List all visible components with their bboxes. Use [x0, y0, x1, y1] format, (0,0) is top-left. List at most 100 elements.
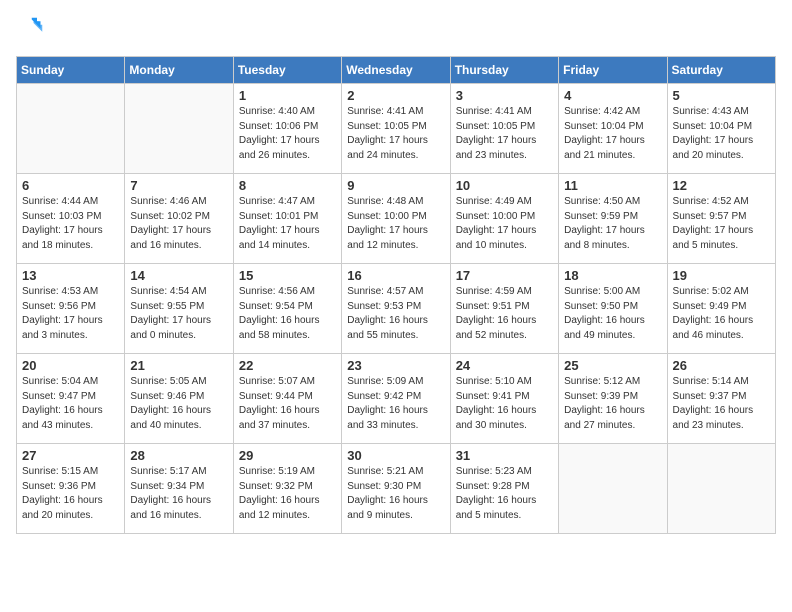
day-number: 17 — [456, 268, 553, 283]
calendar-cell: 21 Sunrise: 5:05 AMSunset: 9:46 PMDayligh… — [125, 354, 233, 444]
day-detail: Sunrise: 5:19 AMSunset: 9:32 PMDaylight:… — [239, 465, 336, 523]
day-detail: Sunrise: 4:43 AMSunset: 10:04 PMDaylight… — [673, 105, 770, 163]
day-number: 15 — [239, 268, 336, 283]
day-detail: Sunrise: 4:50 AMSunset: 9:59 PMDaylight:… — [564, 195, 661, 253]
weekday-header: Monday — [125, 57, 233, 84]
calendar-cell: 14 Sunrise: 4:54 AMSunset: 9:55 PMDayligh… — [125, 264, 233, 354]
day-detail: Sunrise: 4:57 AMSunset: 9:53 PMDaylight:… — [347, 285, 444, 343]
day-detail: Sunrise: 4:42 AMSunset: 10:04 PMDaylight… — [564, 105, 661, 163]
day-detail: Sunrise: 5:05 AMSunset: 9:46 PMDaylight:… — [130, 375, 227, 433]
day-detail: Sunrise: 4:49 AMSunset: 10:00 PMDaylight… — [456, 195, 553, 253]
weekday-header: Tuesday — [233, 57, 341, 84]
weekday-header: Sunday — [17, 57, 125, 84]
day-number: 28 — [130, 448, 227, 463]
calendar-header: SundayMondayTuesdayWednesdayThursdayFrid… — [17, 57, 776, 84]
day-number: 6 — [22, 178, 119, 193]
day-number: 26 — [673, 358, 770, 373]
day-number: 8 — [239, 178, 336, 193]
day-number: 30 — [347, 448, 444, 463]
day-detail: Sunrise: 4:56 AMSunset: 9:54 PMDaylight:… — [239, 285, 336, 343]
weekday-header: Friday — [559, 57, 667, 84]
day-number: 31 — [456, 448, 553, 463]
day-number: 23 — [347, 358, 444, 373]
calendar-week-row: 27 Sunrise: 5:15 AMSunset: 9:36 PMDayligh… — [17, 444, 776, 534]
day-detail: Sunrise: 5:17 AMSunset: 9:34 PMDaylight:… — [130, 465, 227, 523]
day-number: 11 — [564, 178, 661, 193]
calendar-cell: 3 Sunrise: 4:41 AMSunset: 10:05 PMDayligh… — [450, 84, 558, 174]
day-number: 14 — [130, 268, 227, 283]
calendar-cell: 11 Sunrise: 4:50 AMSunset: 9:59 PMDayligh… — [559, 174, 667, 264]
day-number: 27 — [22, 448, 119, 463]
day-detail: Sunrise: 4:41 AMSunset: 10:05 PMDaylight… — [456, 105, 553, 163]
calendar-cell: 25 Sunrise: 5:12 AMSunset: 9:39 PMDayligh… — [559, 354, 667, 444]
day-detail: Sunrise: 5:04 AMSunset: 9:47 PMDaylight:… — [22, 375, 119, 433]
calendar-cell: 13 Sunrise: 4:53 AMSunset: 9:56 PMDayligh… — [17, 264, 125, 354]
day-detail: Sunrise: 4:53 AMSunset: 9:56 PMDaylight:… — [22, 285, 119, 343]
day-number: 12 — [673, 178, 770, 193]
calendar-cell: 10 Sunrise: 4:49 AMSunset: 10:00 PMDaylig… — [450, 174, 558, 264]
calendar-body: 1Sunrise: 4:40 AMSunset: 10:06 PMDayligh… — [17, 84, 776, 534]
weekday-header: Thursday — [450, 57, 558, 84]
day-detail: Sunrise: 5:09 AMSunset: 9:42 PMDaylight:… — [347, 375, 444, 433]
day-number: 19 — [673, 268, 770, 283]
calendar-cell: 12 Sunrise: 4:52 AMSunset: 9:57 PMDayligh… — [667, 174, 775, 264]
calendar-cell: 1Sunrise: 4:40 AMSunset: 10:06 PMDayligh… — [233, 84, 341, 174]
calendar-cell: 2Sunrise: 4:41 AMSunset: 10:05 PMDayligh… — [342, 84, 450, 174]
calendar-cell: 17 Sunrise: 4:59 AMSunset: 9:51 PMDayligh… — [450, 264, 558, 354]
calendar-cell: 24 Sunrise: 5:10 AMSunset: 9:41 PMDayligh… — [450, 354, 558, 444]
day-number: 20 — [22, 358, 119, 373]
day-detail: Sunrise: 4:46 AMSunset: 10:02 PMDaylight… — [130, 195, 227, 253]
logo — [16, 16, 48, 44]
day-detail: Sunrise: 5:23 AMSunset: 9:28 PMDaylight:… — [456, 465, 553, 523]
day-number: 22 — [239, 358, 336, 373]
calendar-cell — [17, 84, 125, 174]
weekday-header: Saturday — [667, 57, 775, 84]
day-detail: Sunrise: 4:59 AMSunset: 9:51 PMDaylight:… — [456, 285, 553, 343]
calendar-cell: 29Sunrise: 5:19 AMSunset: 9:32 PMDayligh… — [233, 444, 341, 534]
day-number: 4 — [564, 88, 661, 103]
day-number: 7 — [130, 178, 227, 193]
day-number: 25 — [564, 358, 661, 373]
day-detail: Sunrise: 5:14 AMSunset: 9:37 PMDaylight:… — [673, 375, 770, 433]
calendar-cell: 9 Sunrise: 4:48 AMSunset: 10:00 PMDayligh… — [342, 174, 450, 264]
day-detail: Sunrise: 4:47 AMSunset: 10:01 PMDaylight… — [239, 195, 336, 253]
day-detail: Sunrise: 5:10 AMSunset: 9:41 PMDaylight:… — [456, 375, 553, 433]
calendar-cell: 26 Sunrise: 5:14 AMSunset: 9:37 PMDayligh… — [667, 354, 775, 444]
calendar-cell: 7 Sunrise: 4:46 AMSunset: 10:02 PMDayligh… — [125, 174, 233, 264]
calendar-cell — [125, 84, 233, 174]
calendar-week-row: 6 Sunrise: 4:44 AMSunset: 10:03 PMDayligh… — [17, 174, 776, 264]
day-number: 21 — [130, 358, 227, 373]
calendar-cell: 23 Sunrise: 5:09 AMSunset: 9:42 PMDayligh… — [342, 354, 450, 444]
day-number: 9 — [347, 178, 444, 193]
day-detail: Sunrise: 5:12 AMSunset: 9:39 PMDaylight:… — [564, 375, 661, 433]
calendar-table: SundayMondayTuesdayWednesdayThursdayFrid… — [16, 56, 776, 534]
day-detail: Sunrise: 4:54 AMSunset: 9:55 PMDaylight:… — [130, 285, 227, 343]
day-number: 16 — [347, 268, 444, 283]
calendar-cell: 19 Sunrise: 5:02 AMSunset: 9:49 PMDayligh… — [667, 264, 775, 354]
day-detail: Sunrise: 5:02 AMSunset: 9:49 PMDaylight:… — [673, 285, 770, 343]
day-number: 3 — [456, 88, 553, 103]
calendar-week-row: 1Sunrise: 4:40 AMSunset: 10:06 PMDayligh… — [17, 84, 776, 174]
calendar-cell: 18Sunrise: 5:00 AMSunset: 9:50 PMDayligh… — [559, 264, 667, 354]
day-number: 13 — [22, 268, 119, 283]
day-number: 2 — [347, 88, 444, 103]
day-detail: Sunrise: 5:15 AMSunset: 9:36 PMDaylight:… — [22, 465, 119, 523]
day-detail: Sunrise: 4:44 AMSunset: 10:03 PMDaylight… — [22, 195, 119, 253]
day-detail: Sunrise: 4:48 AMSunset: 10:00 PMDaylight… — [347, 195, 444, 253]
day-number: 18 — [564, 268, 661, 283]
calendar-cell: 5 Sunrise: 4:43 AMSunset: 10:04 PMDayligh… — [667, 84, 775, 174]
day-detail: Sunrise: 5:07 AMSunset: 9:44 PMDaylight:… — [239, 375, 336, 433]
day-number: 5 — [673, 88, 770, 103]
day-number: 10 — [456, 178, 553, 193]
calendar-cell: 16 Sunrise: 4:57 AMSunset: 9:53 PMDayligh… — [342, 264, 450, 354]
weekday-header: Wednesday — [342, 57, 450, 84]
day-number: 24 — [456, 358, 553, 373]
day-detail: Sunrise: 4:52 AMSunset: 9:57 PMDaylight:… — [673, 195, 770, 253]
day-number: 1 — [239, 88, 336, 103]
calendar-cell: 4 Sunrise: 4:42 AMSunset: 10:04 PMDayligh… — [559, 84, 667, 174]
calendar-cell — [667, 444, 775, 534]
calendar-cell — [559, 444, 667, 534]
calendar-week-row: 13 Sunrise: 4:53 AMSunset: 9:56 PMDayligh… — [17, 264, 776, 354]
calendar-cell: 6 Sunrise: 4:44 AMSunset: 10:03 PMDayligh… — [17, 174, 125, 264]
logo-icon — [16, 16, 44, 44]
